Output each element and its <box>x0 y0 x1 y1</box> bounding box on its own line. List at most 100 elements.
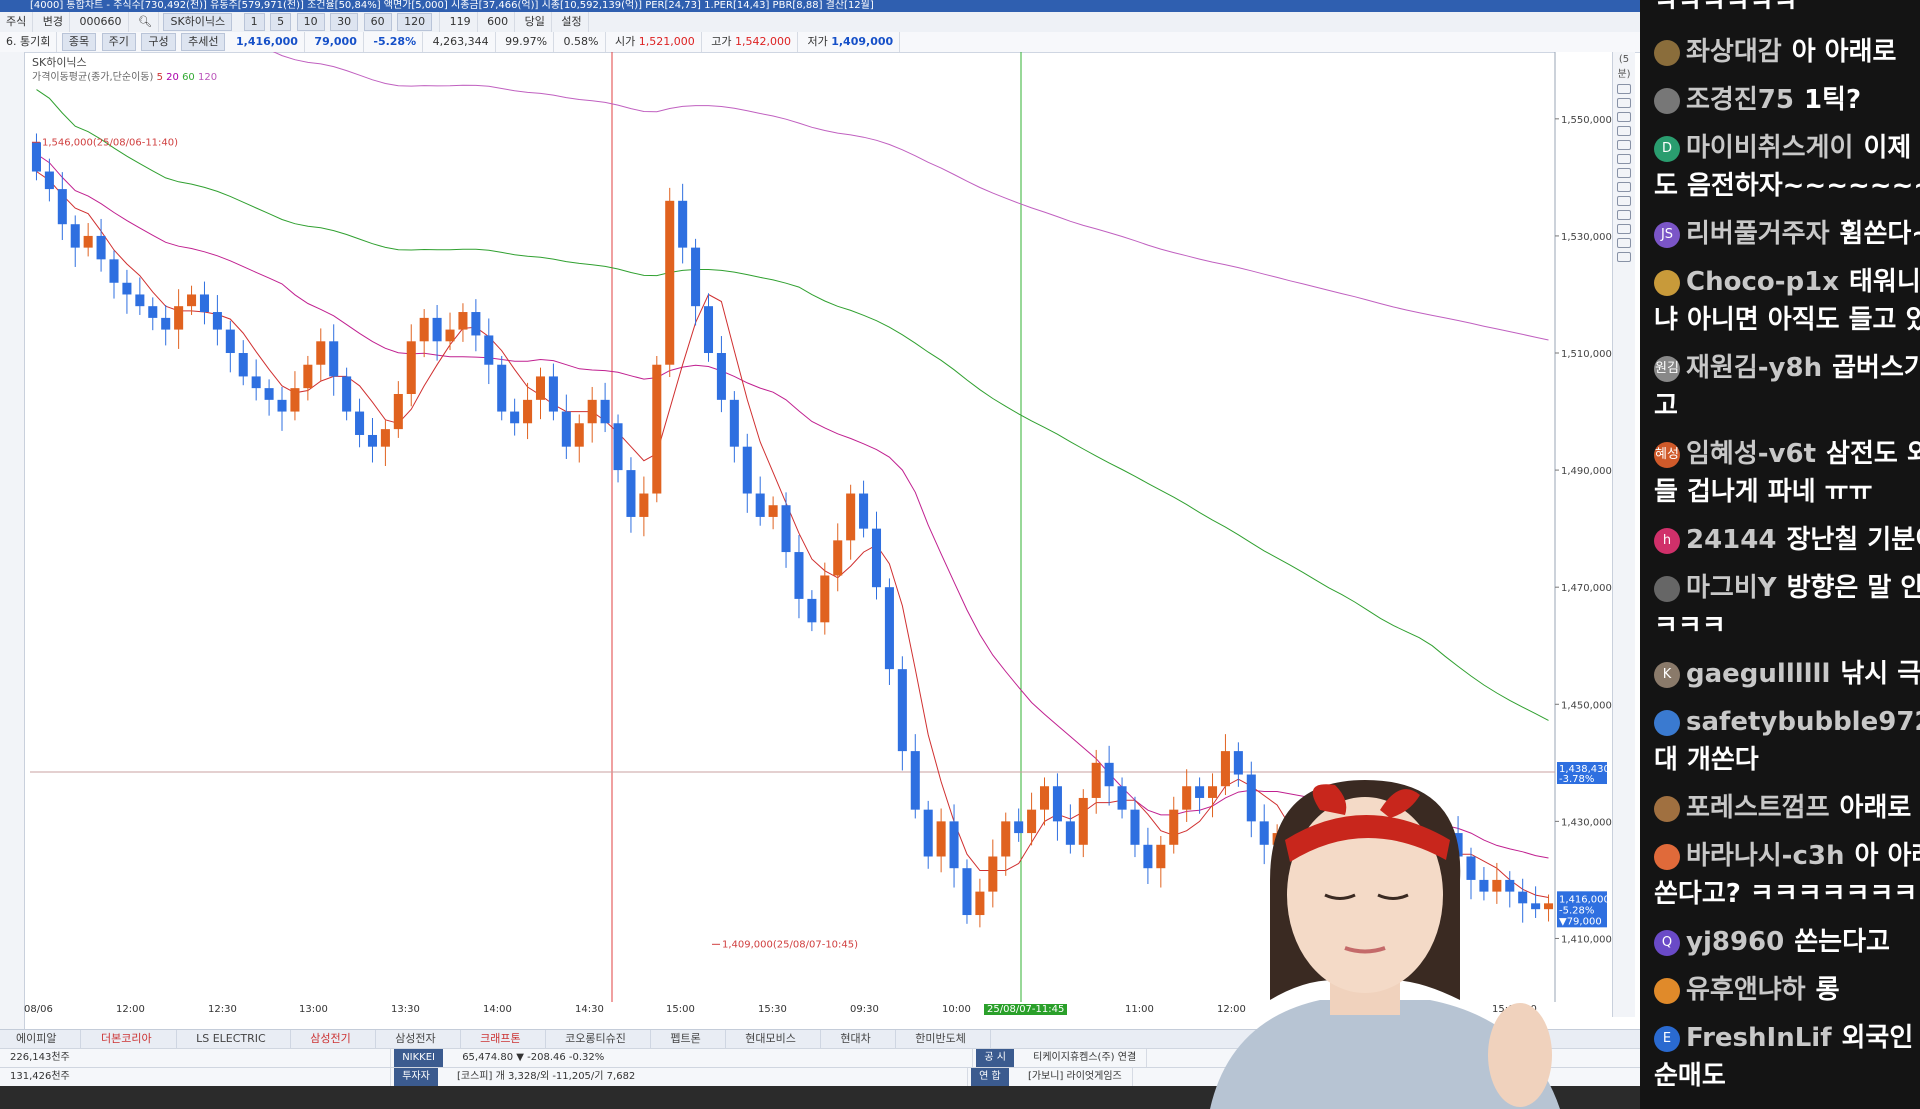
candle-body[interactable] <box>406 341 416 394</box>
chart-type-label[interactable]: 6. 통기회 <box>0 32 58 52</box>
candle-body[interactable] <box>1065 821 1075 845</box>
chat-nickname[interactable]: 재원김-y8h <box>1686 353 1822 383</box>
tab-item[interactable]: 삼성전기 <box>294 1030 376 1048</box>
avatar[interactable]: JS <box>1654 221 1680 248</box>
candle-body[interactable] <box>781 505 791 553</box>
tab-compose[interactable]: 구성 <box>141 33 176 51</box>
candle-body[interactable] <box>432 317 442 342</box>
tab-stock[interactable]: 종목 <box>61 33 97 51</box>
candle-body[interactable] <box>600 399 610 424</box>
avatar[interactable]: E <box>1654 1025 1680 1052</box>
candle-body[interactable] <box>652 364 662 494</box>
arrow-tool-icon[interactable] <box>1617 224 1631 234</box>
candle-body[interactable] <box>742 446 752 494</box>
interval-60[interactable]: 60 <box>363 13 392 31</box>
candle-body[interactable] <box>768 505 778 517</box>
candle-body[interactable] <box>161 317 171 330</box>
trend-tool-icon[interactable] <box>1617 112 1631 122</box>
candle-body[interactable] <box>174 306 184 330</box>
candle-body[interactable] <box>833 540 843 576</box>
candle-body[interactable] <box>238 353 248 377</box>
candle-body[interactable] <box>962 868 972 916</box>
candle-body[interactable] <box>1117 786 1127 810</box>
candle-body[interactable] <box>458 312 468 330</box>
candle-body[interactable] <box>31 142 41 172</box>
avatar[interactable]: 혜성 <box>1654 441 1680 468</box>
avatar[interactable] <box>1654 269 1680 296</box>
candle-body[interactable] <box>884 587 894 670</box>
avatar[interactable]: h <box>1654 527 1680 554</box>
avatar[interactable]: K <box>1654 661 1680 688</box>
candle-body[interactable] <box>122 282 132 295</box>
candle-body[interactable] <box>393 393 403 430</box>
zoom-tool-icon[interactable] <box>1617 238 1631 248</box>
news-text[interactable]: [가보니] 라이엇게임즈 <box>1018 1068 1133 1086</box>
candle-body[interactable] <box>445 329 455 342</box>
candle-body[interactable] <box>949 821 959 869</box>
tab-item[interactable]: 더본코리아 <box>85 1030 177 1048</box>
count-field[interactable]: 119 <box>444 12 478 32</box>
candle-body[interactable] <box>44 171 54 190</box>
candle-body[interactable] <box>639 493 649 517</box>
tab-item[interactable]: 펩트론 <box>654 1030 726 1048</box>
candle-body[interactable] <box>187 294 197 307</box>
candle-body[interactable] <box>665 200 675 365</box>
candle-body[interactable] <box>936 821 946 857</box>
tab-item[interactable]: 한미반도체 <box>899 1030 991 1048</box>
chat-nickname[interactable]: 24144 <box>1686 525 1776 555</box>
interval-5[interactable]: 5 <box>270 13 292 31</box>
avatar[interactable]: 원김 <box>1654 355 1680 382</box>
candle-body[interactable] <box>70 224 80 248</box>
candle-body[interactable] <box>225 329 235 354</box>
candle-body[interactable] <box>212 312 222 330</box>
search-icon[interactable]: 🔍︎ <box>132 12 159 32</box>
candle-body[interactable] <box>83 235 93 248</box>
candle-body[interactable] <box>574 423 584 447</box>
chat-nickname[interactable]: 조경진75 <box>1686 85 1794 115</box>
candle-body[interactable] <box>1039 786 1050 810</box>
interval-120[interactable]: 120 <box>397 13 433 31</box>
candle-body[interactable] <box>846 493 856 541</box>
candle-body[interactable] <box>109 259 119 283</box>
candle-body[interactable] <box>419 317 429 342</box>
line-tool-icon[interactable] <box>1617 98 1631 108</box>
candle-body[interactable] <box>729 399 739 447</box>
candle-body[interactable] <box>923 809 933 857</box>
chat-nickname[interactable]: safetybubble9727 <box>1686 707 1920 737</box>
candle-body[interactable] <box>871 528 882 588</box>
candle-body[interactable] <box>1027 809 1037 834</box>
candle-body[interactable] <box>691 247 701 307</box>
candle-body[interactable] <box>1052 786 1062 822</box>
chat-nickname[interactable]: 마그비Y <box>1686 573 1777 603</box>
candle-body[interactable] <box>251 376 261 389</box>
avatar[interactable] <box>1654 795 1680 822</box>
candle-body[interactable] <box>199 294 209 313</box>
candle-body[interactable] <box>471 312 481 336</box>
candle-body[interactable] <box>897 669 907 752</box>
candle-body[interactable] <box>264 388 274 400</box>
candle-body[interactable] <box>703 306 714 354</box>
candle-body[interactable] <box>380 429 390 447</box>
vertical-line-icon[interactable] <box>1617 140 1631 150</box>
candle-body[interactable] <box>342 376 352 412</box>
avatar[interactable]: D <box>1654 135 1680 162</box>
candle-body[interactable] <box>678 200 688 248</box>
candle-body[interactable] <box>303 364 313 389</box>
channel-tool-icon[interactable] <box>1617 154 1631 164</box>
rectangle-tool-icon[interactable] <box>1617 182 1631 192</box>
candle-body[interactable] <box>535 376 546 400</box>
chat-nickname[interactable]: yj8960 <box>1686 927 1784 957</box>
candle-body[interactable] <box>1104 762 1114 787</box>
candle-body[interactable] <box>96 235 106 260</box>
candle-body[interactable] <box>316 341 326 365</box>
candle-body[interactable] <box>355 411 365 435</box>
chat-nickname[interactable]: FreshInLif <box>1686 1023 1832 1053</box>
tab-period[interactable]: 주기 <box>101 33 136 51</box>
candle-body[interactable] <box>135 294 145 307</box>
candle-body[interactable] <box>1130 809 1140 845</box>
candle-body[interactable] <box>1001 821 1011 857</box>
candle-body[interactable] <box>587 399 597 424</box>
candle-body[interactable] <box>1014 821 1024 834</box>
notice-text[interactable]: 티케이지휴켐스(주) 연결 <box>1023 1049 1148 1067</box>
chat-nickname[interactable]: 리버풀거주자 <box>1686 219 1830 249</box>
